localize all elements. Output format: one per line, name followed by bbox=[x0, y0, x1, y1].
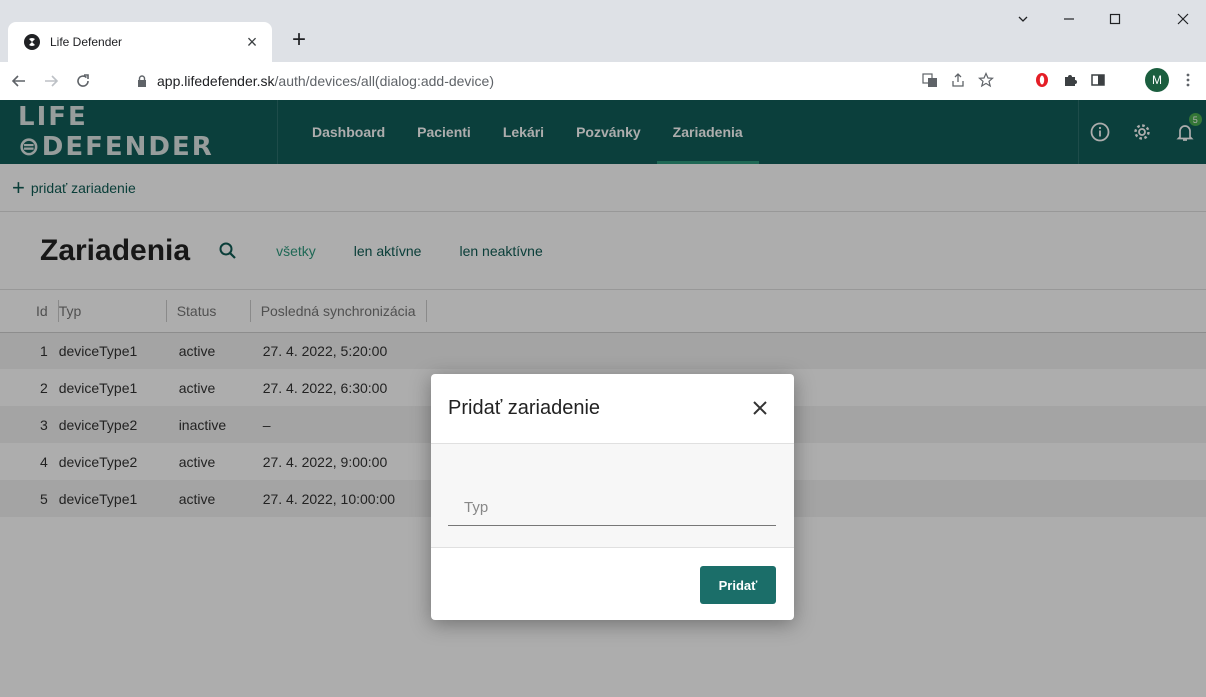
extensions-puzzle-icon[interactable] bbox=[1058, 68, 1082, 92]
minimize-icon[interactable] bbox=[1046, 4, 1092, 34]
life-defender-favicon-icon bbox=[24, 34, 40, 50]
add-button[interactable]: Pridať bbox=[700, 566, 776, 604]
forward-icon[interactable] bbox=[38, 68, 64, 94]
url-text: app.lifedefender.sk/auth/devices/all(dia… bbox=[157, 73, 494, 89]
type-field bbox=[448, 490, 776, 526]
close-icon[interactable] bbox=[750, 398, 770, 418]
maximize-icon[interactable] bbox=[1092, 4, 1138, 34]
reload-icon[interactable] bbox=[70, 68, 96, 94]
tab-search-icon[interactable] bbox=[1000, 4, 1046, 34]
bookmark-star-icon[interactable] bbox=[974, 68, 998, 92]
type-input[interactable] bbox=[448, 490, 776, 525]
tab-title: Life Defender bbox=[50, 35, 123, 49]
tab-close-icon[interactable]: × bbox=[242, 32, 262, 52]
dialog-header: Pridať zariadenie bbox=[431, 374, 794, 444]
browser-tab[interactable]: Life Defender × bbox=[8, 22, 272, 62]
opera-extension-icon[interactable] bbox=[1030, 68, 1054, 92]
lock-icon bbox=[138, 75, 146, 87]
profile-avatar[interactable]: M bbox=[1145, 68, 1169, 92]
back-icon[interactable] bbox=[6, 68, 32, 94]
share-icon[interactable] bbox=[946, 68, 970, 92]
translate-icon[interactable] bbox=[918, 68, 942, 92]
side-panel-icon[interactable] bbox=[1086, 68, 1110, 92]
more-menu-icon[interactable] bbox=[1176, 68, 1200, 92]
close-window-icon[interactable] bbox=[1160, 4, 1206, 34]
url-host: app.lifedefender.sk bbox=[157, 73, 275, 89]
new-tab-button[interactable]: + bbox=[287, 26, 311, 53]
url-path: /auth/devices/all(dialog:add-device) bbox=[274, 73, 494, 89]
browser-toolbar: app.lifedefender.sk/auth/devices/all(dia… bbox=[0, 62, 1206, 100]
add-device-dialog: Pridať zariadenie Pridať bbox=[431, 374, 794, 620]
dialog-body bbox=[431, 444, 794, 548]
browser-tabstrip: Life Defender × + bbox=[0, 0, 1206, 62]
dialog-footer: Pridať bbox=[431, 548, 794, 620]
dialog-title: Pridať zariadenie bbox=[448, 397, 601, 419]
